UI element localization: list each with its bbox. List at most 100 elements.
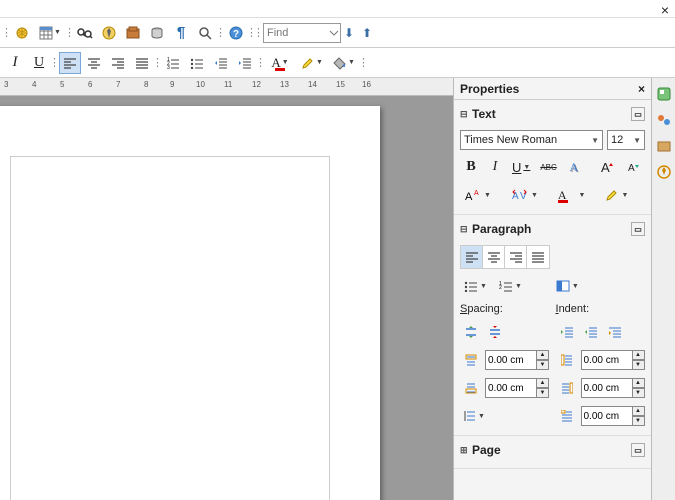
text-area[interactable] (10, 156, 330, 500)
firstline-indent-icon (556, 405, 578, 427)
increase-indent-button[interactable] (234, 52, 256, 74)
page-section-title: Page (472, 443, 501, 457)
text-section-header[interactable]: ⊟ Text ▭ (460, 104, 645, 124)
section-menu-icon[interactable]: ▭ (631, 107, 645, 121)
find-prev-icon[interactable]: ⬇ (341, 25, 357, 41)
font-name-select[interactable]: Times New Roman ▼ (460, 130, 603, 150)
help-icon[interactable]: ? (225, 22, 247, 44)
svg-text:2: 2 (167, 61, 170, 67)
collapse-icon[interactable]: ⊟ (460, 109, 472, 120)
paragraph-bg-button[interactable]: ▼ (552, 275, 583, 297)
font-color-button[interactable]: A▼ (265, 52, 295, 74)
increase-indent-button[interactable] (556, 321, 578, 343)
align-justify-button[interactable] (527, 246, 549, 268)
svg-text:V: V (520, 191, 527, 202)
properties-title: Properties (460, 82, 519, 96)
close-panel-icon[interactable]: × (638, 82, 645, 96)
sidebar-tabstrip (651, 78, 675, 500)
navigator-icon[interactable] (98, 22, 120, 44)
line-spacing-button[interactable]: ▼ (460, 405, 489, 427)
navigator-tab[interactable] (654, 162, 674, 182)
increase-spacing-button[interactable] (460, 321, 482, 343)
properties-panel: Properties × ⊟ Text ▭ Times New Roman ▼ … (453, 78, 651, 500)
formatting-toolbar: I U ⋮ ⋮ 123 ⋮ A▼ ▼ ▼ ⋮ (0, 48, 675, 78)
decrease-indent-button[interactable] (580, 321, 602, 343)
standard-toolbar: ⋮ ▼ ⋮ ¶ ⋮ ? ⋮ ⋮ ⬇ ⬆ (0, 18, 675, 48)
gallery-tab[interactable] (654, 136, 674, 156)
svg-text:1: 1 (167, 57, 170, 63)
align-left-button[interactable] (461, 246, 483, 268)
hanging-indent-button[interactable] (604, 321, 626, 343)
paragraph-section: ⊟ Paragraph ▭ ▼ 12▼ ▼ Spacing: (454, 215, 651, 436)
firstline-indent-input[interactable]: ▲▼ (581, 406, 645, 426)
bullet-list-button[interactable] (186, 52, 208, 74)
bold-button[interactable]: B (460, 156, 482, 178)
svg-text:?: ? (233, 29, 239, 40)
styles-tab[interactable] (654, 110, 674, 130)
table-icon[interactable]: ▼ (35, 22, 65, 44)
space-below-icon (460, 377, 482, 399)
collapse-icon[interactable]: ⊟ (460, 224, 472, 235)
svg-text:A: A (474, 190, 479, 197)
document-area[interactable]: 3 4 5 6 7 8 9 10 11 12 13 14 15 16 (0, 78, 453, 500)
find-toolbar: ⬇ ⬆ (263, 23, 375, 43)
highlight-button[interactable]: ▼ (297, 52, 327, 74)
align-center-button[interactable] (483, 246, 505, 268)
increase-font-button[interactable]: A (595, 156, 619, 178)
horizontal-ruler[interactable]: 3 4 5 6 7 8 9 10 11 12 13 14 15 16 (0, 78, 453, 96)
space-below-input[interactable]: ▲▼ (485, 378, 549, 398)
text-section: ⊟ Text ▭ Times New Roman ▼ 12 ▼ B I U▼ A… (454, 100, 651, 215)
decrease-spacing-button[interactable] (484, 321, 506, 343)
section-menu-icon[interactable]: ▭ (631, 222, 645, 236)
gallery-icon[interactable] (122, 22, 144, 44)
align-justify-button[interactable] (131, 52, 153, 74)
align-right-button[interactable] (505, 246, 527, 268)
page-section-header[interactable]: ⊞ Page ▭ (460, 440, 645, 460)
properties-header: Properties × (454, 78, 651, 100)
page[interactable] (0, 106, 380, 500)
find-next-icon[interactable]: ⬆ (359, 25, 375, 41)
decrease-indent-button[interactable] (210, 52, 232, 74)
indent-right-input[interactable]: ▲▼ (581, 378, 645, 398)
shadow-button[interactable]: A (563, 156, 585, 178)
bullet-list-button[interactable]: ▼ (460, 275, 491, 297)
highlight-color-button[interactable]: ▼ (601, 184, 632, 206)
hyperlink-icon[interactable] (11, 22, 33, 44)
font-color-button[interactable]: A▼ (554, 184, 590, 206)
svg-text:1: 1 (499, 281, 502, 287)
superscript-button[interactable]: AA▼ (460, 184, 495, 206)
align-right-button[interactable] (107, 52, 129, 74)
character-spacing-button[interactable]: AV▼ (507, 184, 542, 206)
strikethrough-button[interactable]: ABC (536, 156, 560, 178)
font-size-select[interactable]: 12 ▼ (607, 130, 645, 150)
align-center-button[interactable] (83, 52, 105, 74)
indent-left-input[interactable]: ▲▼ (581, 350, 645, 370)
numbered-list-button[interactable]: 12▼ (495, 275, 526, 297)
svg-text:2: 2 (499, 285, 502, 291)
alignment-group (460, 245, 550, 269)
indent-left-icon (556, 349, 578, 371)
paragraph-section-header[interactable]: ⊟ Paragraph ▭ (460, 219, 645, 239)
underline-button[interactable]: U (28, 52, 50, 74)
svg-text:A: A (512, 191, 519, 202)
space-above-input[interactable]: ▲▼ (485, 350, 549, 370)
background-color-button[interactable]: ▼ (329, 52, 359, 74)
find-input[interactable] (263, 23, 341, 43)
expand-icon[interactable]: ⊞ (460, 445, 472, 456)
properties-tab[interactable] (654, 84, 674, 104)
section-menu-icon[interactable]: ▭ (631, 443, 645, 457)
italic-button[interactable]: I (484, 156, 506, 178)
align-left-button[interactable] (59, 52, 81, 74)
indent-right-icon (556, 377, 578, 399)
italic-button[interactable]: I (4, 52, 26, 74)
zoom-icon[interactable] (194, 22, 216, 44)
font-name-value: Times New Roman (464, 134, 557, 146)
svg-text:A: A (628, 163, 635, 174)
decrease-font-button[interactable]: A (621, 156, 645, 178)
underline-button[interactable]: U▼ (508, 156, 534, 178)
data-sources-icon[interactable] (146, 22, 168, 44)
close-button[interactable]: × (661, 2, 669, 18)
find-replace-icon[interactable] (74, 22, 96, 44)
nonprinting-icon[interactable]: ¶ (170, 22, 192, 44)
numbered-list-button[interactable]: 123 (162, 52, 184, 74)
